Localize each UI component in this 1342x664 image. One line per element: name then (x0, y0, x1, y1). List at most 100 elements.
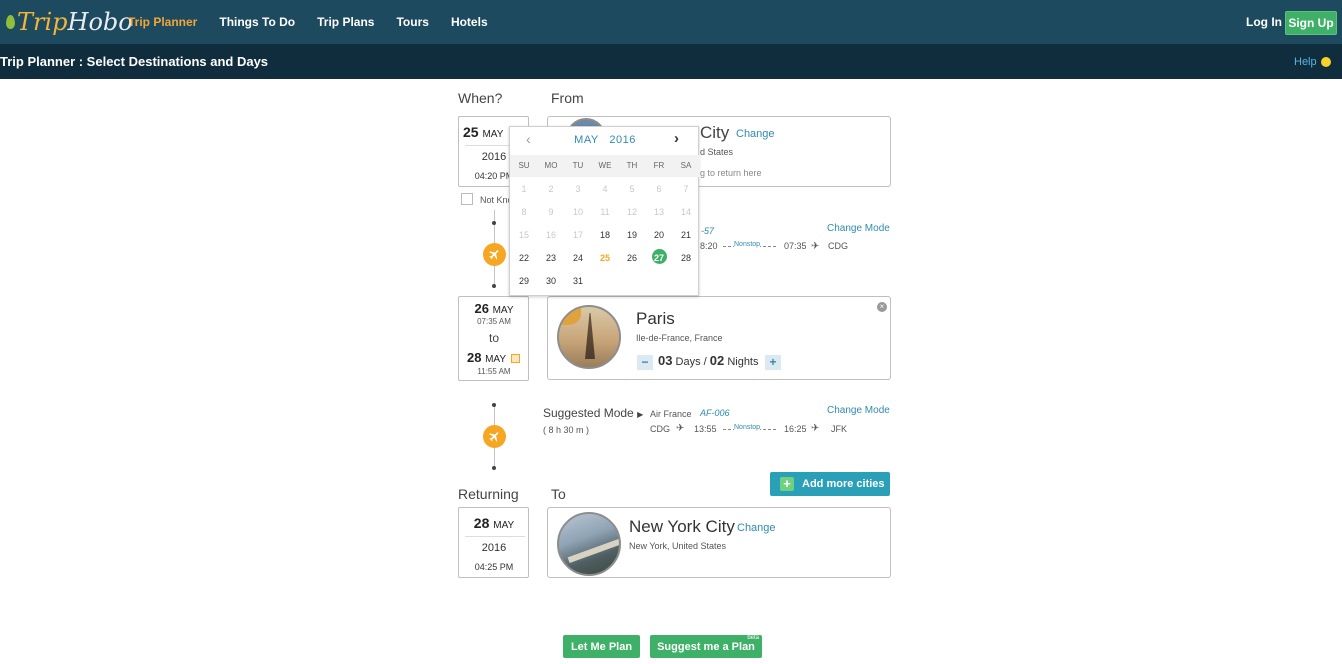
calendar-day-30[interactable]: 30 (538, 276, 564, 286)
return-date-year: 2016 (481, 542, 507, 554)
leg2-nonstop-label: Nonstop (734, 424, 761, 431)
from-city-change-link[interactable]: Change (736, 128, 775, 140)
calendar-day-5: 5 (629, 184, 635, 194)
logo-text-trip: Trip (17, 8, 68, 36)
leg2-duration: ( 8 h 30 m ) (543, 425, 590, 435)
nav-tours[interactable]: Tours (396, 15, 428, 29)
calendar-day-20[interactable]: 20 (646, 230, 672, 240)
from-city-name: City (700, 123, 730, 142)
leg2-airline: Air France (650, 409, 692, 419)
paris-city-name: Paris (636, 309, 675, 328)
help-link[interactable]: Help (1294, 56, 1331, 68)
calendar-day-22[interactable]: 22 (511, 253, 537, 263)
remove-city-icon[interactable]: × (877, 302, 887, 312)
paris-to-label: to (488, 331, 499, 345)
leg1-arrival-code: CDG (828, 241, 848, 251)
paris-from-date: 26 MAY (474, 301, 514, 316)
paris-city-card: Paris Ile-de-France, France − 03 Days / … (547, 296, 891, 380)
weekday-th: TH (626, 161, 638, 170)
stay-length: 03 Days / 02 Nights (658, 353, 759, 368)
timeline-dot (492, 284, 496, 288)
weekday-we: WE (598, 161, 612, 170)
calendar-day-25[interactable]: 25 (592, 253, 618, 263)
suggest-plan-button[interactable]: Suggest me a Plan beta (650, 635, 762, 658)
calendar-day-10: 10 (572, 207, 583, 217)
from-city-hint: g to return here (700, 168, 762, 178)
weekday-sa: SA (680, 161, 692, 170)
calendar-day-28[interactable]: 28 (673, 253, 699, 263)
weekday-mo: MO (544, 161, 558, 170)
nav-trip-planner[interactable]: Trip Planner (128, 15, 197, 29)
calendar-day-6: 6 (656, 184, 662, 194)
calendar-day-17: 17 (572, 230, 583, 240)
calendar-day-23[interactable]: 23 (538, 253, 564, 263)
nav-trip-plans[interactable]: Trip Plans (317, 15, 374, 29)
nav-hotels[interactable]: Hotels (451, 15, 488, 29)
plane-icon (489, 432, 499, 442)
calendar-day-29[interactable]: 29 (511, 276, 537, 286)
expand-caret-icon: ▶ (637, 410, 644, 419)
date-picker-popup: ‹ MAY 2016 › SU MO TU WE TH FR SA 1 2 3 4 5 6 7 8 9 10 1… (509, 126, 700, 296)
not-known-label: Not Kno (480, 195, 513, 205)
leg1-nonstop-label: Nonstop (734, 241, 761, 248)
calendar-icon[interactable] (511, 354, 520, 363)
paris-from-time: 07:35 AM (477, 317, 511, 326)
calendar-day-27[interactable]: 27 (646, 249, 672, 264)
from-city-country: d States (700, 147, 734, 157)
nav-things-to-do[interactable]: Things To Do (219, 15, 295, 29)
return-date-box[interactable]: 28 MAY 2016 04:25 PM (458, 507, 529, 578)
calendar-weekdays: SU MO TU WE TH FR SA (510, 155, 700, 177)
page-title: Trip Planner : Select Destinations and D… (0, 54, 269, 69)
calendar-header: ‹ MAY 2016 › (510, 127, 700, 153)
decrease-days-button[interactable]: − (637, 355, 653, 370)
let-me-plan-button[interactable]: Let Me Plan (563, 635, 640, 658)
signup-button[interactable]: Sign Up (1285, 11, 1337, 35)
leg2-arrival-code: JFK (831, 424, 848, 434)
calendar-day-11: 11 (600, 207, 610, 217)
landing-icon: ✈ (811, 423, 820, 434)
leg2-change-mode-link[interactable]: Change Mode (827, 405, 890, 416)
autumn-leaves (559, 307, 581, 325)
paris-to-date: 28 MAY (467, 350, 507, 365)
main-nav: Trip Planner Things To Do Trip Plans Tou… (128, 0, 510, 44)
leg2-flight-number: AF-006 (700, 408, 730, 418)
bridge (567, 538, 619, 564)
plane-icon (489, 250, 499, 260)
calendar-day-12: 12 (626, 207, 637, 217)
takeoff-icon: ✈ (676, 423, 685, 434)
timeline-dot (492, 466, 496, 470)
leg1-departure-time: 8:20 (700, 241, 718, 251)
landing-icon: ✈ (811, 241, 820, 252)
pin-icon (6, 15, 15, 29)
weekday-fr: FR (653, 161, 665, 170)
top-navbar: Trip Hobo Trip Planner Things To Do Trip… (0, 0, 1342, 44)
triphobo-logo[interactable]: Trip Hobo (6, 6, 133, 38)
from-label: From (551, 90, 584, 106)
next-month-icon[interactable]: › (674, 130, 679, 147)
add-more-cities-label: Add more cities (802, 478, 885, 490)
calendar-day-14: 14 (680, 207, 691, 217)
calendar-day-31[interactable]: 31 (565, 276, 591, 286)
timeline-dot (492, 403, 496, 407)
calendar-day-24[interactable]: 24 (565, 253, 591, 263)
weekday-su: SU (518, 161, 530, 170)
increase-days-button[interactable]: + (765, 355, 781, 370)
paris-date-box[interactable]: 26 MAY 07:35 AM to 28 MAY 11:55 AM (458, 296, 529, 381)
calendar-day-18[interactable]: 18 (592, 230, 618, 240)
not-known-checkbox[interactable] (461, 193, 473, 205)
help-icon (1320, 57, 1331, 67)
calendar-day-19[interactable]: 19 (619, 230, 645, 240)
paris-region: Ile-de-France, France (636, 333, 723, 343)
calendar-day-26[interactable]: 26 (619, 253, 645, 263)
suggested-mode[interactable]: Suggested Mode ▶ (543, 406, 643, 420)
to-city-card[interactable]: New York City Change New York, United St… (547, 507, 891, 578)
returning-label: Returning (458, 486, 519, 502)
calendar-day-15: 15 (518, 230, 529, 240)
calendar-day-21[interactable]: 21 (673, 230, 699, 240)
to-city-change-link[interactable]: Change (737, 522, 776, 534)
add-more-cities-button[interactable]: + Add more cities (770, 472, 890, 496)
login-link[interactable]: Log In (1246, 15, 1282, 29)
leg1-change-mode-link[interactable]: Change Mode (827, 223, 890, 234)
calendar-day-2: 2 (548, 184, 554, 194)
flight-circle (483, 425, 506, 448)
